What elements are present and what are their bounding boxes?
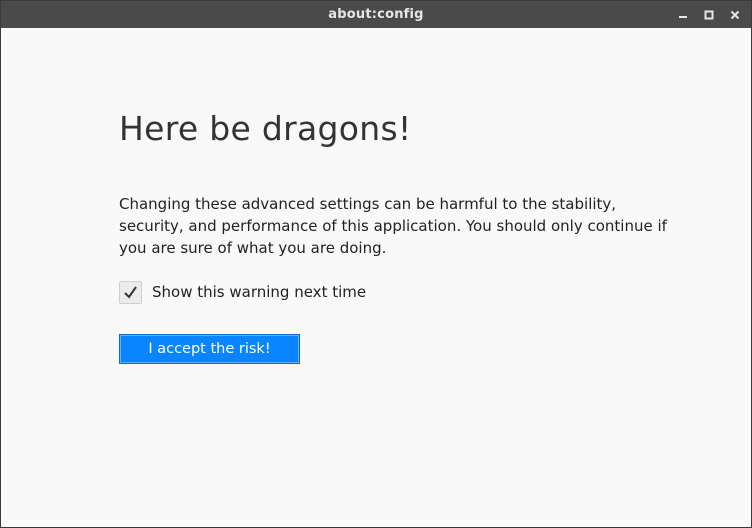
- minimize-button[interactable]: [673, 5, 693, 25]
- warning-message: Changing these advanced settings can be …: [119, 195, 667, 257]
- accept-risk-button[interactable]: I accept the risk!: [119, 334, 300, 364]
- show-warning-option: Show this warning next time: [119, 280, 699, 304]
- maximize-button[interactable]: [699, 5, 719, 25]
- show-warning-checkbox[interactable]: [119, 280, 142, 304]
- show-warning-label[interactable]: Show this warning next time: [152, 283, 366, 301]
- checkmark-icon: [124, 285, 137, 299]
- title-bar[interactable]: about:config: [1, 1, 751, 28]
- minimize-icon: [679, 15, 687, 18]
- close-icon: [730, 10, 740, 19]
- page-heading: Here be dragons!: [119, 109, 412, 148]
- browser-window: about:config Here be dragons! Changing t…: [0, 0, 752, 528]
- close-button[interactable]: [725, 5, 745, 25]
- window-controls: [673, 1, 745, 28]
- warning-panel: Here be dragons! Changing these advanced…: [119, 109, 699, 364]
- maximize-icon: [704, 10, 714, 19]
- window-title: about:config: [328, 7, 424, 22]
